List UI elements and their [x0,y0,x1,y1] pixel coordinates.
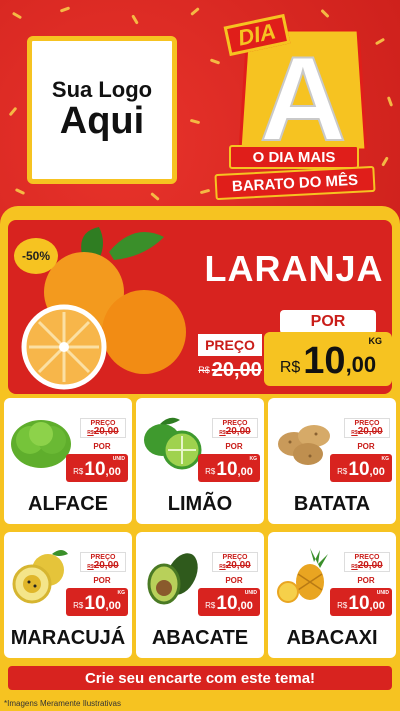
hero-currency: R$ [279,359,301,376]
card-product-name: BATATA [293,493,371,515]
card-price: R$ 10 ,00 UNID [330,588,392,616]
lime-icon [144,417,202,470]
card-price-int: 10 [216,459,238,480]
card-product-name: ALFACE [28,493,108,515]
card-unit: KG [249,456,258,462]
card-currency: R$ [73,601,84,610]
hero-price: R$ 10 ,00 KG [264,332,392,386]
product-card-batata: PREÇO R$20,00 POR R$ 10 ,00 KG BATATA [268,398,396,524]
card-product-name: ABACAXI [286,627,378,649]
lettuce-icon [11,420,71,468]
card-unit: UNID [244,590,257,596]
product-card-abacaxi: PREÇO R$20,00 POR R$ 10 ,00 UNID ABACAXI [268,532,396,658]
card-old-price: R$20,00 [213,561,257,571]
card-old-price: R$20,00 [345,561,389,571]
card-price-dec: ,00 [237,466,253,478]
card-preco: PREÇO R$20,00 [344,552,390,572]
hero-product-name: LARANJA [204,248,384,289]
product-card-limao: PREÇO R$20,00 POR R$ 10 ,00 KG LIMÃO [136,398,264,524]
card-old-value: 20,00 [93,426,119,437]
potato-icon [278,425,330,465]
card-price: R$ 10 ,00 UNID [66,454,128,482]
hero-old-price: R$ 20,00 [198,358,262,382]
card-price: R$ 10 ,00 UNID [198,588,260,616]
card-currency: R$ [337,601,348,610]
pineapple-icon [277,548,328,603]
card-price-int: 10 [216,593,238,614]
card-old-value: 20,00 [225,560,251,571]
card-por-label: POR [93,576,111,585]
hero-preco-label: PREÇO [198,334,262,356]
card-price-int: 10 [348,593,370,614]
avocado-icon [147,553,198,605]
card-price-dec: ,00 [105,466,121,478]
card-product-name: ABACATE [151,627,249,649]
card-por-label: POR [357,442,375,451]
card-por-label: POR [225,442,243,451]
hero-unit: KG [368,336,383,346]
card-old-price: R$20,00 [213,427,257,437]
card-preco: PREÇO R$20,00 [80,552,126,572]
hero-price-dec: ,00 [345,352,377,377]
card-old-value: 20,00 [357,560,383,571]
tagline-2-text: BARATO DO MÊS [231,171,359,195]
dia-badge-text: DIA [235,18,279,51]
discount-badge: -50% [14,238,58,274]
big-letter-text: A [260,32,347,150]
card-product-name: MARACUJÁ [10,627,126,649]
logo-main-text: Aqui [59,100,145,143]
card-preco: PREÇO R$20,00 [344,418,390,438]
card-price: R$ 10 ,00 KG [330,454,392,482]
passion-fruit-icon [12,550,68,604]
logo-top-text: Sua Logo [51,76,153,102]
card-unit: UNID [112,456,125,462]
hero-old-value: 20,00 [211,358,262,381]
card-currency: R$ [337,467,348,476]
card-price-int: 10 [84,593,106,614]
card-old-value: 20,00 [357,426,383,437]
product-card-maracuja: PREÇO R$20,00 POR R$ 10 ,00 KG MARACUJÁ [4,532,132,658]
hero-price-int: 10 [303,340,346,382]
card-unit: UNID [376,590,389,596]
product-card-alface: PREÇO R$20,00 POR R$ 10 ,00 UNID ALFACE [4,398,132,524]
flyer: Sua Logo Aqui A DIA O DIA MAIS BARATO DO… [0,0,400,711]
card-por-label: POR [93,442,111,451]
hero-old-currency: R$ [198,365,210,375]
card-price-dec: ,00 [105,600,121,612]
tagline-2: BARATO DO MÊS [214,165,376,201]
card-old-value: 20,00 [225,426,251,437]
card-price: R$ 10 ,00 KG [66,588,128,616]
product-card-abacate: PREÇO R$20,00 POR R$ 10 ,00 UNID ABACATE [136,532,264,658]
card-por-label: POR [225,576,243,585]
footnote: *Imagens Meramente Ilustrativas [4,699,121,708]
card-old-value: 20,00 [93,560,119,571]
card-currency: R$ [205,467,216,476]
card-preco: PREÇO R$20,00 [212,552,258,572]
card-preco: PREÇO R$20,00 [80,418,126,438]
card-price-int: 10 [348,459,370,480]
card-price-int: 10 [84,459,106,480]
card-currency: R$ [73,467,84,476]
card-preco: PREÇO R$20,00 [212,418,258,438]
card-product-name: LIMÃO [167,493,233,515]
hero-por-label: POR [280,310,376,334]
card-price-dec: ,00 [237,600,253,612]
card-price-dec: ,00 [369,466,385,478]
card-unit: KG [117,590,126,596]
tagline-1-text: O DIA MAIS [252,148,336,166]
card-por-label: POR [357,576,375,585]
logo-placeholder: Sua Logo Aqui [27,36,177,184]
card-unit: KG [381,456,390,462]
tagline-1: O DIA MAIS [229,145,359,169]
cta-banner: Crie seu encarte com este tema! [8,666,392,690]
card-old-price: R$20,00 [81,427,125,437]
card-old-price: R$20,00 [345,427,389,437]
card-old-price: R$20,00 [81,561,125,571]
card-price-dec: ,00 [369,600,385,612]
card-currency: R$ [205,601,216,610]
card-price: R$ 10 ,00 KG [198,454,260,482]
